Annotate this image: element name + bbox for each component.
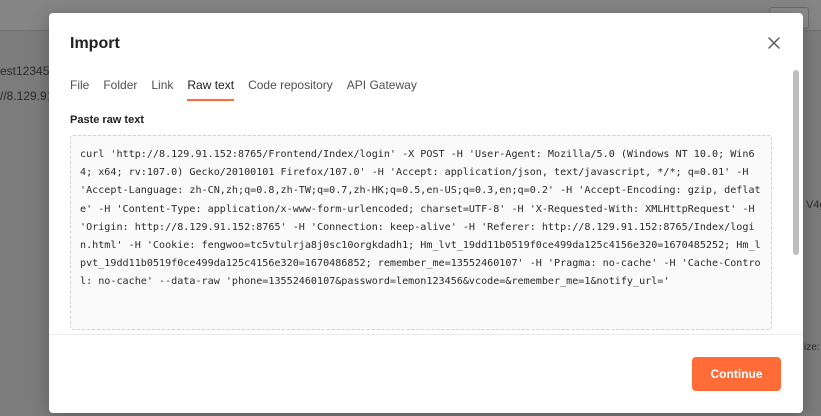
raw-text-label: Paste raw text xyxy=(70,114,144,126)
background-text: //8.129.91 xyxy=(0,89,54,103)
tab-link[interactable]: Link xyxy=(151,71,173,101)
scrollbar-thumb[interactable] xyxy=(793,70,799,255)
tab-api-gateway[interactable]: API Gateway xyxy=(347,71,417,101)
tab-code-repository[interactable]: Code repository xyxy=(248,71,333,101)
continue-button[interactable]: Continue xyxy=(692,357,781,391)
close-button[interactable] xyxy=(765,34,783,52)
background-text: ize: xyxy=(804,342,820,353)
modal-title: Import xyxy=(70,35,120,52)
tab-raw-text[interactable]: Raw text xyxy=(187,71,234,101)
raw-text-input[interactable]: curl 'http://8.129.91.152:8765/Frontend/… xyxy=(71,136,771,326)
tab-folder[interactable]: Folder xyxy=(103,71,137,101)
modal-scrollbar[interactable] xyxy=(793,70,801,255)
close-icon xyxy=(768,37,780,49)
import-tabs: File Folder Link Raw text Code repositor… xyxy=(70,71,431,101)
import-modal: Import File Folder Link Raw text Code re… xyxy=(49,13,803,413)
background-text: est123456 xyxy=(0,64,57,78)
footer-divider xyxy=(49,334,803,335)
background-text: V4g xyxy=(806,199,821,211)
raw-text-dropzone: curl 'http://8.129.91.152:8765/Frontend/… xyxy=(70,135,772,330)
tab-file[interactable]: File xyxy=(70,71,89,101)
